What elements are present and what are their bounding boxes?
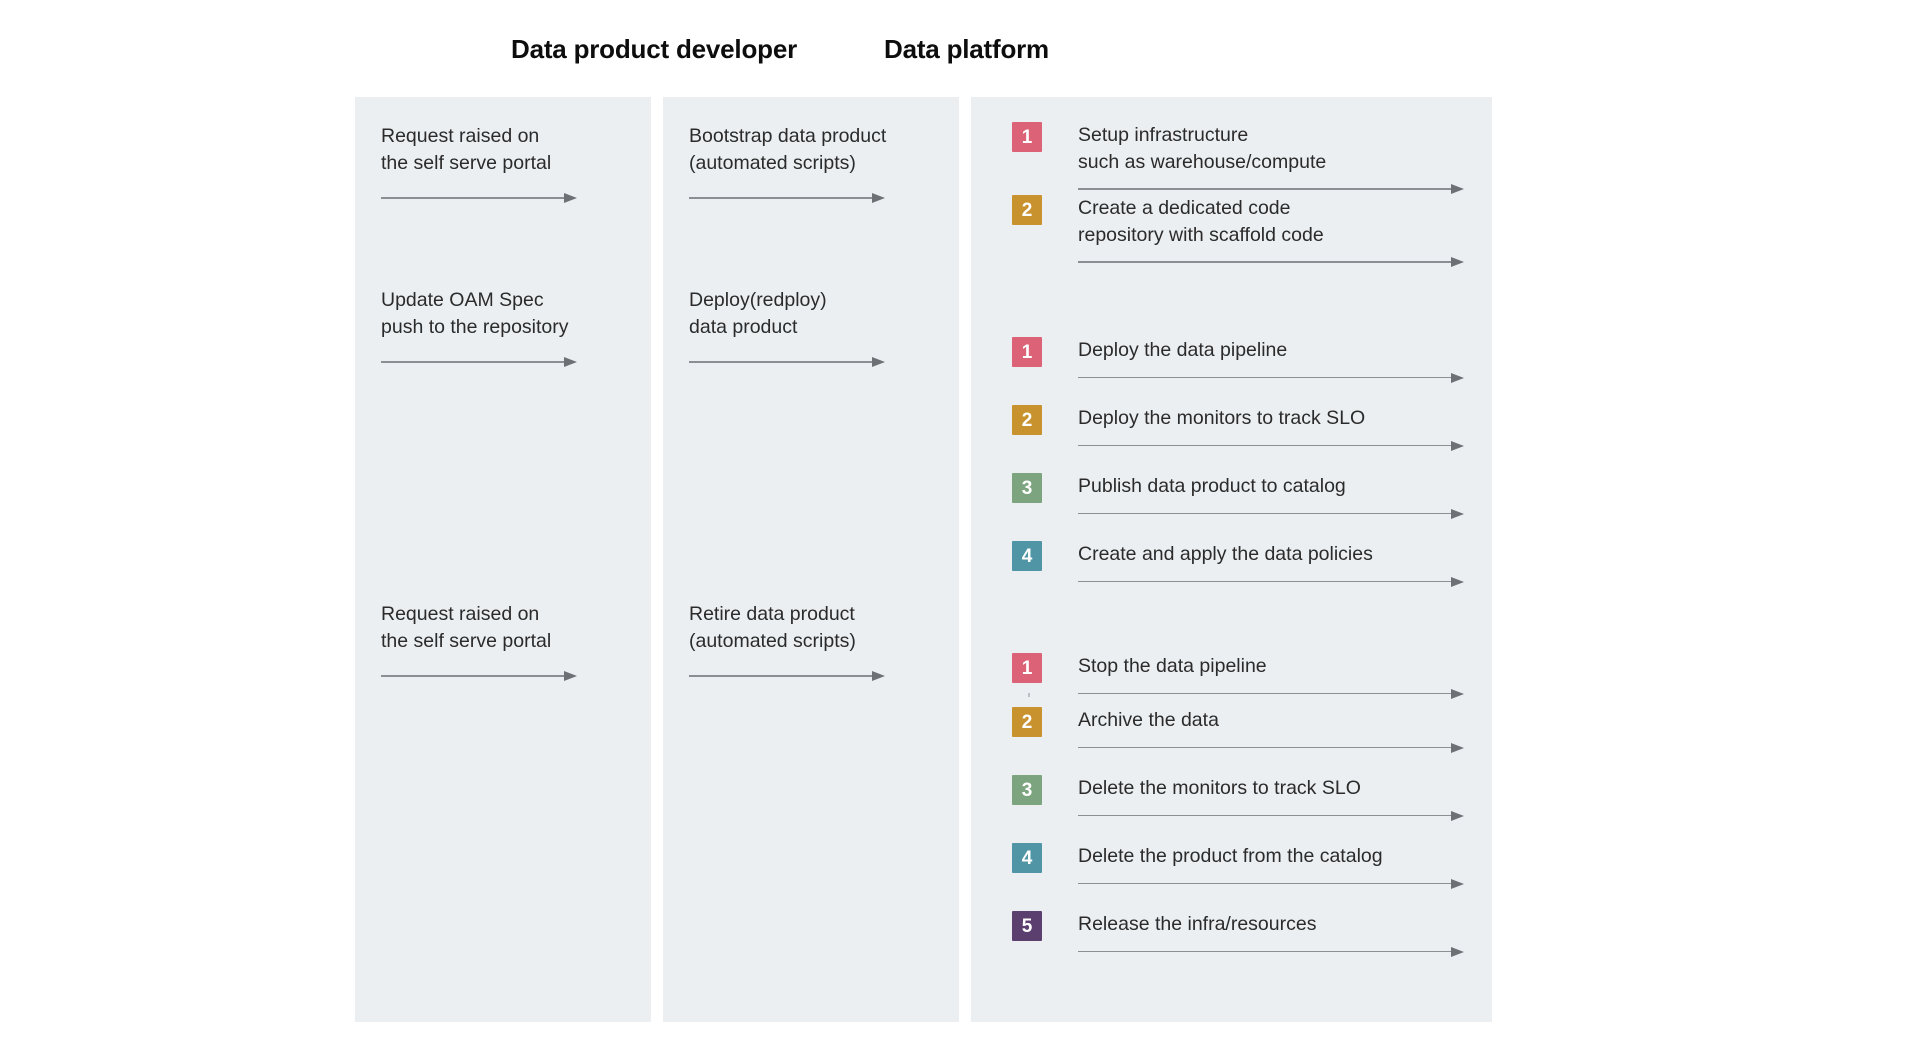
platform-step-deploy-3: 3 Publish data product to catalog — [1012, 473, 1464, 519]
platform-step-bootstrap-1: 1 Setup infrastructure such as warehouse… — [1012, 122, 1464, 194]
arrow-right-icon — [1078, 440, 1464, 451]
arrow-right-icon — [689, 357, 885, 367]
lane-panel-developer-action: Bootstrap data product (automated script… — [663, 97, 959, 1022]
step-number-badge: 1 — [1012, 122, 1042, 152]
platform-step-deploy-2: 2 Deploy the monitors to track SLO — [1012, 405, 1464, 451]
step-label: Delete the product from the catalog — [1078, 845, 1383, 867]
step-label: Create a dedicated code repository with … — [1078, 197, 1324, 246]
step-label: Archive the data — [1078, 709, 1219, 731]
column-header-data-product-developer: Data product developer — [511, 34, 797, 64]
step-label: Update OAM Spec push to the repository — [381, 289, 569, 338]
step-label: Deploy the data pipeline — [1078, 339, 1288, 361]
lane-step-developer-action-1: Bootstrap data product (automated script… — [689, 123, 887, 203]
arrow-right-icon — [381, 357, 577, 367]
lane-step-developer-request-2: Update OAM Spec push to the repository — [381, 287, 577, 367]
lane-step-developer-action-2: Deploy(redploy) data product — [689, 287, 885, 367]
arrow-right-icon — [1078, 184, 1464, 194]
platform-step-bootstrap-2: 2 Create a dedicated code repository wit… — [1012, 195, 1464, 267]
step-label: Setup infrastructure such as warehouse/c… — [1078, 124, 1327, 173]
step-label: Create and apply the data policies — [1078, 543, 1373, 565]
arrow-right-icon — [1078, 372, 1464, 383]
arrow-right-icon — [1078, 576, 1464, 587]
step-label: Release the infra/resources — [1078, 913, 1317, 935]
platform-step-retire-4: 4 Delete the product from the catalog — [1012, 843, 1464, 889]
diagram-canvas: Data product developer Data platform Req… — [0, 0, 1912, 1056]
step-label: Request raised on the self serve portal — [381, 603, 552, 652]
arrow-right-icon — [1078, 688, 1464, 699]
step-number-badge: 2 — [1012, 707, 1042, 737]
step-number-badge: 1 — [1012, 653, 1042, 683]
step-number-badge: 4 — [1012, 541, 1042, 571]
arrow-right-icon — [689, 193, 885, 203]
lane-step-developer-request-1: Request raised on the self serve portal — [381, 123, 577, 203]
arrow-right-icon — [1078, 742, 1464, 753]
platform-step-retire-5: 5 Release the infra/resources — [1012, 911, 1464, 957]
arrow-right-icon — [1078, 878, 1464, 889]
step-number-badge: 5 — [1012, 911, 1042, 941]
step-label: Stop the data pipeline — [1078, 655, 1267, 677]
step-number-badge: 3 — [1012, 473, 1042, 503]
step-number-badge: 1 — [1012, 337, 1042, 367]
lane-panel-developer-request: Request raised on the self serve portal … — [355, 97, 651, 1022]
platform-step-retire-3: 3 Delete the monitors to track SLO — [1012, 775, 1464, 821]
platform-step-deploy-1: 1 Deploy the data pipeline — [1012, 337, 1464, 383]
step-number-badge: 4 — [1012, 843, 1042, 873]
step-label: Bootstrap data product (automated script… — [689, 125, 887, 174]
lane-step-developer-action-3: Retire data product (automated scripts) — [689, 601, 885, 681]
arrow-right-icon — [1078, 508, 1464, 519]
platform-step-retire-2: 2 Archive the data — [1012, 707, 1464, 753]
lane-panel-data-platform: 1 Setup infrastructure such as warehouse… — [971, 97, 1492, 1022]
step-number-badge: 2 — [1012, 405, 1042, 435]
arrow-right-icon — [381, 671, 577, 681]
arrow-right-icon — [1078, 257, 1464, 267]
step-label: Retire data product (automated scripts) — [689, 603, 856, 652]
step-number-badge: 2 — [1012, 195, 1042, 225]
arrow-right-icon — [381, 193, 577, 203]
step-label: Deploy the monitors to track SLO — [1078, 407, 1366, 429]
marker-dot — [1028, 693, 1030, 697]
step-label: Deploy(redploy) data product — [689, 289, 827, 338]
platform-step-retire-1: 1 Stop the data pipeline — [1012, 653, 1464, 699]
arrow-right-icon — [1078, 810, 1464, 821]
step-label: Request raised on the self serve portal — [381, 125, 552, 174]
platform-step-deploy-4: 4 Create and apply the data policies — [1012, 541, 1464, 587]
arrow-right-icon — [1078, 946, 1464, 957]
arrow-right-icon — [689, 671, 885, 681]
lane-step-developer-request-3: Request raised on the self serve portal — [381, 601, 577, 681]
step-number-badge: 3 — [1012, 775, 1042, 805]
column-header-data-platform: Data platform — [884, 34, 1049, 64]
step-label: Publish data product to catalog — [1078, 475, 1346, 497]
step-label: Delete the monitors to track SLO — [1078, 777, 1361, 799]
